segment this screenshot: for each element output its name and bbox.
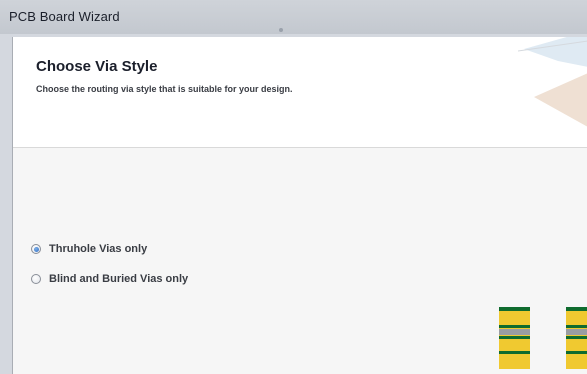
wizard-page: Choose Via Style Choose the routing via … xyxy=(12,37,587,374)
blind-buried-vias-option[interactable]: Blind and Buried Vias only xyxy=(31,273,188,285)
window-title: PCB Board Wizard xyxy=(9,9,120,24)
thruhole-vias-radio[interactable] xyxy=(31,244,41,254)
pcb-board-wizard-window: PCB Board Wizard Choose Via Style Choose… xyxy=(0,0,587,374)
header-decoration-tan-panel xyxy=(534,73,587,127)
thruhole-via-illustration-left xyxy=(499,307,530,369)
thruhole-via-illustration-right xyxy=(566,307,587,369)
thruhole-vias-label: Thruhole Vias only xyxy=(49,243,148,255)
title-bar[interactable]: PCB Board Wizard xyxy=(0,0,587,34)
wizard-header: Choose Via Style Choose the routing via … xyxy=(13,37,587,148)
page-subtitle: Choose the routing via style that is sui… xyxy=(36,84,293,94)
blind-buried-vias-label: Blind and Buried Vias only xyxy=(49,273,189,285)
header-decoration-graphic xyxy=(518,37,587,127)
header-decoration-blue-panel xyxy=(524,37,587,67)
thruhole-vias-option[interactable]: Thruhole Vias only xyxy=(31,243,147,255)
page-title: Choose Via Style xyxy=(36,58,158,75)
titlebar-marker xyxy=(279,28,283,32)
blind-buried-vias-radio[interactable] xyxy=(31,274,41,284)
